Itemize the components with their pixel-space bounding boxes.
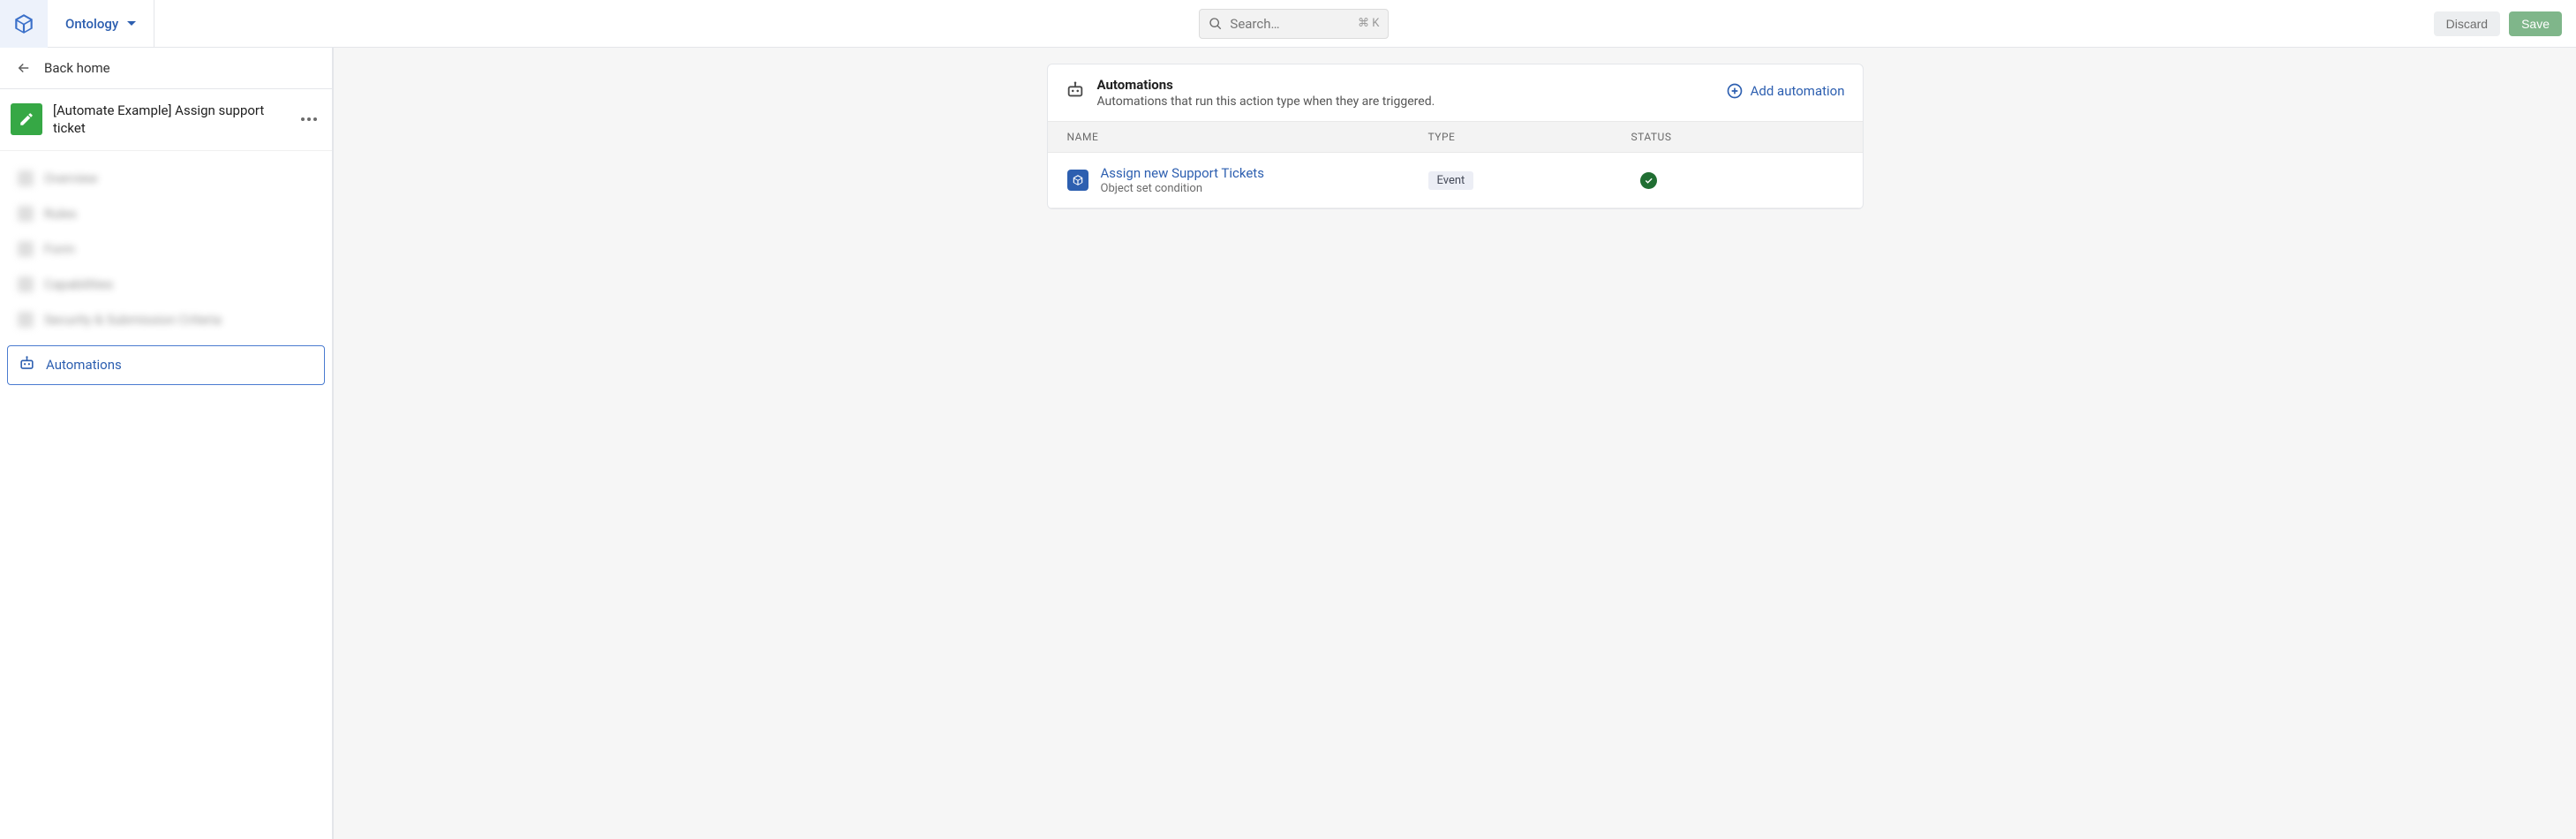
add-automation-button[interactable]: Add automation [1726,77,1845,100]
nav-label: Security & Submission Criteria [44,312,222,328]
nav-icon [18,206,34,222]
sidebar: Back home [Automate Example] Assign supp… [0,48,334,839]
col-status: Status [1631,131,1843,143]
nav-icon [18,312,34,328]
cube-icon [12,12,35,35]
table-row[interactable]: Assign new Support Tickets Object set co… [1048,153,1863,208]
title-row: [Automate Example] Assign support ticket [0,89,332,151]
arrow-left-icon [16,60,32,76]
search-placeholder: Search… [1230,16,1351,32]
panel-subtitle: Automations that run this action type wh… [1097,94,1714,109]
nav-label: Overview [44,170,98,186]
nav-label: Automations [46,357,122,373]
search-icon [1209,17,1223,31]
ontology-dropdown[interactable]: Ontology [56,16,154,32]
nav-icon [18,276,34,292]
app-logo[interactable] [0,0,48,48]
page-title: [Automate Example] Assign support ticket [53,102,286,138]
sidebar-item[interactable]: Capabilities [7,268,325,301]
more-menu-button[interactable] [297,107,321,132]
main-content: Automations Automations that run this ac… [334,48,2576,839]
panel-header: Automations Automations that run this ac… [1048,64,1863,122]
pencil-icon [19,111,34,127]
chevron-down-icon [127,21,136,26]
add-label: Add automation [1751,83,1845,99]
status-ok-icon [1640,172,1657,189]
panel-title: Automations [1097,77,1714,93]
nav-icon [18,241,34,257]
sidebar-nav: Overview Rules Form Capabilities Securit… [0,151,332,396]
search-input[interactable]: Search… ⌘ K [1199,9,1389,39]
discard-button[interactable]: Discard [2434,11,2500,36]
nav-label: Capabilities [44,276,113,292]
save-button[interactable]: Save [2509,11,2562,36]
robot-icon [1066,80,1085,103]
back-label: Back home [44,60,110,76]
dots-icon [301,117,317,121]
ontology-label: Ontology [65,16,118,32]
col-type: Type [1428,131,1631,143]
sidebar-item[interactable]: Form [7,232,325,266]
search-kbd: ⌘ K [1358,17,1379,30]
robot-icon [19,355,35,375]
col-name: Name [1067,131,1428,143]
cube-icon [1067,170,1088,191]
row-name-cell: Assign new Support Tickets Object set co… [1067,165,1428,195]
automations-panel: Automations Automations that run this ac… [1047,64,1864,209]
sidebar-item[interactable]: Overview [7,162,325,195]
topbar-left: Ontology [0,0,154,47]
sidebar-item-automations[interactable]: Automations [7,345,325,385]
nav-icon [18,170,34,186]
action-type-icon [11,103,42,135]
nav-label: Form [44,241,75,257]
back-home-link[interactable]: Back home [0,48,332,89]
automation-sub: Object set condition [1101,182,1264,195]
topbar: Ontology Search… ⌘ K Discard Save [0,0,2576,48]
automation-link[interactable]: Assign new Support Tickets [1101,165,1264,181]
sidebar-item[interactable]: Security & Submission Criteria [7,303,325,336]
type-badge: Event [1428,171,1474,190]
topbar-right: Discard Save [2434,11,2567,36]
row-status-cell [1631,172,1843,189]
row-type-cell: Event [1428,171,1631,190]
table-header: Name Type Status [1048,122,1863,153]
plus-circle-icon [1726,82,1744,100]
nav-label: Rules [44,206,77,222]
search-wrap: Search… ⌘ K [154,9,2433,39]
sidebar-item[interactable]: Rules [7,197,325,231]
layout: Back home [Automate Example] Assign supp… [0,48,2576,839]
